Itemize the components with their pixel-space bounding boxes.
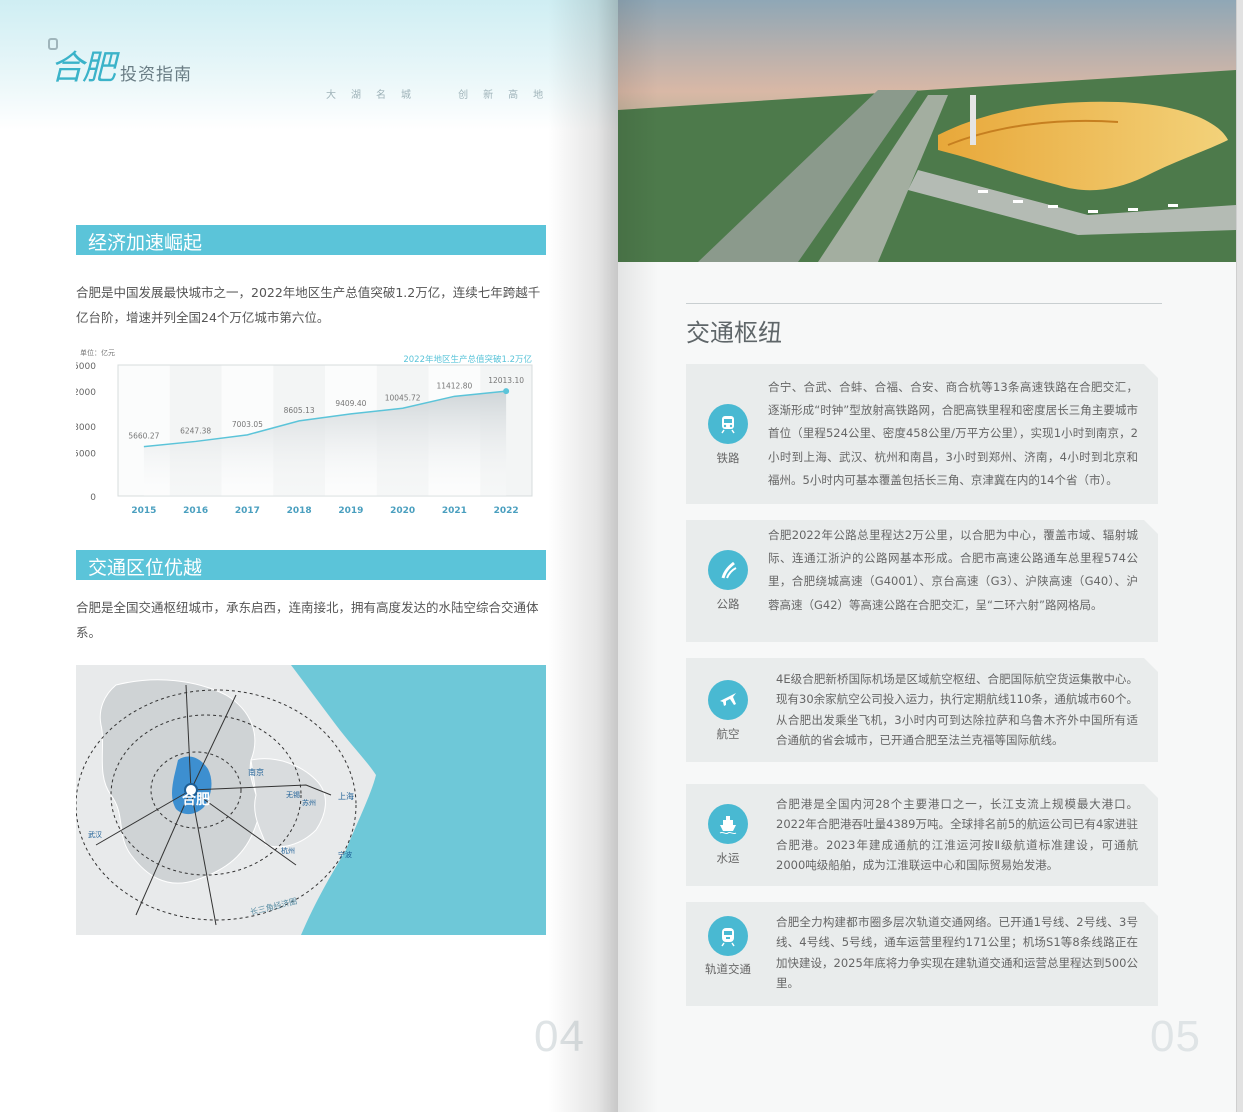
section-header-transport: 交通区位优越 xyxy=(76,550,546,580)
x-tick-label: 2021 xyxy=(442,506,467,516)
chart-annotation: 2022年地区生产总值突破1.2万亿 xyxy=(403,354,532,365)
card-text: 合肥港是全国内河28个主要港口之一，长江支流上规模最大港口。2022年合肥港吞吐… xyxy=(776,797,1138,873)
region-map: 合肥 南京 上海 无锡 苏州 杭州 宁波 武汉 长三角经济圈 xyxy=(76,665,546,935)
section-title: 交通区位优越 xyxy=(88,557,203,579)
y-tick-label: 8000 xyxy=(76,423,96,433)
gdp-chart: 0 5000 8000 12000 15000 单位：亿元 2022年地区生产总值突破1.2… xyxy=(76,348,533,516)
y-tick-label: 0 xyxy=(90,493,96,503)
transport-paragraph: 合肥是全国交通枢纽城市，承东启西，连南接北，拥有高度发达的水陆空综合交通体系。 xyxy=(76,600,539,640)
map-center-label: 合肥 xyxy=(182,791,210,808)
card-label: 铁路 xyxy=(716,451,740,465)
x-tick-label: 2020 xyxy=(390,506,415,516)
data-label: 5660.27 xyxy=(128,432,159,441)
card-text: 4E级合肥新桥国际机场是区域航空枢纽、合肥国际航空货运集散中心。现有30余家航空… xyxy=(776,672,1138,748)
map-city-label: 南京 xyxy=(248,767,264,777)
chart-unit-label: 单位：亿元 xyxy=(80,348,115,357)
ship-icon xyxy=(708,804,748,844)
data-label: 11412.80 xyxy=(436,381,472,390)
right-page: 交通枢纽 铁路 合宁、合武、合蚌、合福、合安、商合杭等13条高速铁路在合肥交汇，… xyxy=(618,0,1236,1112)
logo-text: 投资指南 xyxy=(120,65,192,85)
section-header-economy: 经济加速崛起 xyxy=(76,225,546,255)
x-tick-label: 2016 xyxy=(183,506,208,516)
y-tick-label: 5000 xyxy=(76,449,96,459)
x-tick-label: 2022 xyxy=(494,506,519,516)
map-city-label: 上海 xyxy=(338,791,354,801)
logo-mark: 合肥 xyxy=(50,48,116,88)
data-label: 8605.13 xyxy=(284,406,315,415)
slogan: 大湖名城 创新高地 xyxy=(326,90,559,101)
card-label: 轨道交通 xyxy=(705,962,751,976)
road-icon xyxy=(708,550,748,590)
card-label: 公路 xyxy=(716,597,740,611)
card-label: 水运 xyxy=(716,851,740,865)
map-city-label: 宁波 xyxy=(338,850,352,859)
x-tick-label: 2015 xyxy=(131,506,156,516)
section-title: 经济加速崛起 xyxy=(88,232,203,254)
train-icon xyxy=(708,404,748,444)
spine-shadow xyxy=(618,0,658,1112)
airport-photo-image xyxy=(618,0,1236,262)
data-label: 12013.10 xyxy=(488,376,524,385)
brand-logo: 合肥 投资指南 xyxy=(48,38,192,89)
page-number: 05 xyxy=(1150,1012,1201,1061)
spine-shadow xyxy=(548,0,618,1112)
transport-card-highway: 公路 合肥2022年公路总里程达2万公里，以合肥为中心，覆盖市域、辐射城际、连通… xyxy=(686,520,1158,642)
transport-card-aviation: 航空 4E级合肥新桥国际机场是区域航空枢纽、合肥国际航空货运集散中心。现有30余… xyxy=(686,658,1158,762)
lock-icon xyxy=(48,38,58,50)
airport-photo xyxy=(618,0,1236,262)
left-page: 合肥 投资指南 大湖名城 创新高地 经济加速崛起 合肥是中国发展最快城市之一，2… xyxy=(0,0,618,1112)
y-tick-label: 15000 xyxy=(76,362,96,372)
x-tick-label: 2018 xyxy=(287,506,312,516)
map-graphic: 合肥 南京 上海 无锡 苏州 杭州 宁波 武汉 长三角经济圈 xyxy=(76,665,376,935)
map-city-label: 武汉 xyxy=(88,830,102,839)
data-label: 10045.72 xyxy=(385,393,421,402)
x-tick-label: 2019 xyxy=(338,506,363,516)
card-text: 合宁、合武、合蚌、合福、合安、商合杭等13条高速铁路在合肥交汇，逐渐形成“时钟”… xyxy=(768,380,1138,487)
transport-card-waterway: 水运 合肥港是全国内河28个主要港口之一，长江支流上规模最大港口。2022年合肥… xyxy=(686,784,1158,886)
card-label: 航空 xyxy=(716,727,740,741)
data-label: 7003.05 xyxy=(232,420,263,429)
transport-card-railway: 铁路 合宁、合武、合蚌、合福、合安、商合杭等13条高速铁路在合肥交汇，逐渐形成“… xyxy=(686,364,1158,504)
plane-icon xyxy=(708,680,748,720)
card-text: 合肥全力构建都市圈多层次轨道交通网络。已开通1号线、2号线、3号线、4号线、5号… xyxy=(776,915,1138,991)
data-label: 6247.38 xyxy=(180,426,211,435)
map-city-label: 苏州 xyxy=(302,798,316,807)
economy-paragraph: 合肥是中国发展最快城市之一，2022年地区生产总值突破1.2万亿，连续七年跨越千… xyxy=(76,285,541,325)
map-city-label: 杭州 xyxy=(281,846,295,855)
page-title: 交通枢纽 xyxy=(686,319,782,347)
book-edge xyxy=(1236,0,1243,1112)
chart-point xyxy=(503,388,510,395)
metro-icon xyxy=(708,916,748,956)
y-tick-label: 12000 xyxy=(76,388,96,398)
x-tick-label: 2017 xyxy=(235,506,260,516)
map-city-label: 无锡 xyxy=(286,790,300,799)
transport-card-metro: 轨道交通 合肥全力构建都市圈多层次轨道交通网络。已开通1号线、2号线、3号线、4… xyxy=(686,902,1158,1006)
card-text: 合肥2022年公路总里程达2万公里，以合肥为中心，覆盖市域、辐射城际、连通江浙沪… xyxy=(768,528,1138,612)
title-rule xyxy=(686,303,1162,304)
data-label: 9409.40 xyxy=(335,399,366,408)
